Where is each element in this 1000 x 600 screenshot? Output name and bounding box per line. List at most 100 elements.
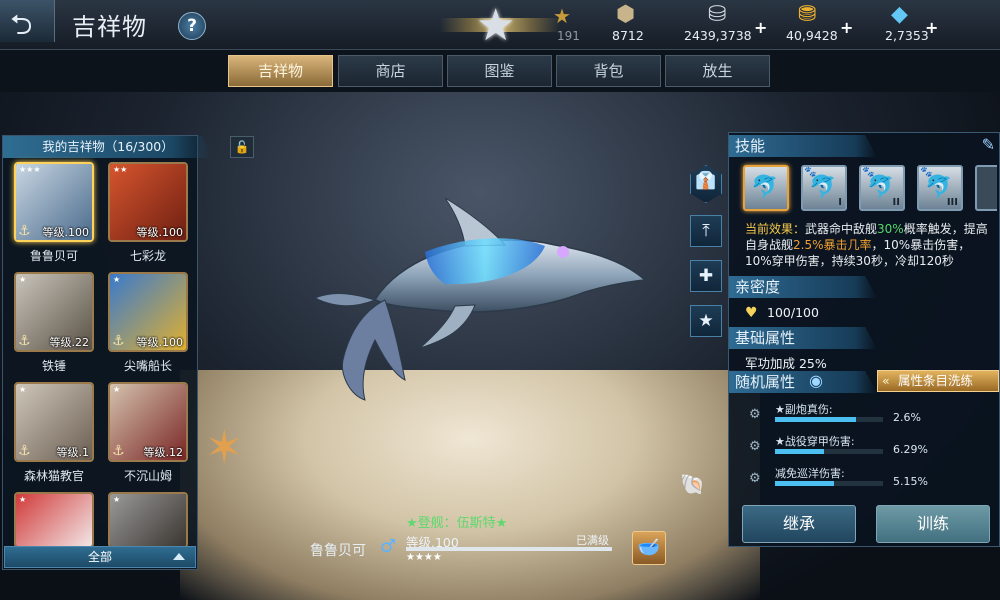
back-arrow-icon: ⮌ [10, 8, 33, 41]
effect-text-1: 武器命中敌舰 [805, 222, 878, 236]
random-attr-title: 随机属性 [729, 371, 877, 393]
max-level-label: 已满级 [576, 534, 609, 547]
skill-slot-1[interactable]: 🐾 🐬 I [801, 165, 847, 211]
attr-wash-label: 属性条目洗练 [898, 373, 974, 388]
male-icon: ♂ [380, 536, 397, 557]
card-stars: ★ [19, 275, 27, 284]
small-star-icon: ★ [553, 4, 571, 28]
dolphin-mascot-model[interactable] [315, 190, 650, 410]
train-button[interactable]: 训练 [876, 505, 990, 543]
skill-rank: I [838, 197, 842, 208]
food-bowl-icon: 🥣 [637, 537, 661, 558]
heart-icon: ♥ [745, 305, 758, 321]
card-level: 等级.22 [49, 336, 90, 349]
card-level: 等级.12 [143, 446, 184, 459]
anchor-icon: ⚓ [112, 333, 125, 349]
card-stars: ★ [19, 495, 27, 504]
card-stars: ★ [19, 385, 27, 394]
help-button[interactable]: ? [178, 12, 206, 40]
skill-effect-text: 当前效果：武器命中敌舰30%概率触发，提高自身战舰2.5%暴击几率，10%暴击伤… [745, 221, 995, 271]
mascot-card[interactable]: ★ [108, 492, 188, 548]
attr-value: 5.15% [893, 475, 928, 488]
rank-count: 191 [557, 29, 580, 43]
mascot-card[interactable]: ★★★ ⚓ 等级.100 [14, 162, 94, 242]
dolphin-skill-icon: 🐬 [867, 175, 895, 200]
filter-label: 全部 [87, 550, 112, 564]
pin-top-icon: ⤒ [702, 221, 710, 241]
skill-slot-2[interactable]: 🐾 🐬 II [859, 165, 905, 211]
attr-label: ★副炮真伤: [775, 403, 833, 416]
random-attr-row: ⚙ ★战役穿甲伤害: 6.29% [737, 433, 997, 465]
skill-slot-more[interactable] [975, 165, 997, 211]
diamond-value: 2,7353 [885, 28, 929, 43]
attr-bar [775, 481, 883, 486]
currency-medal: ⬢ 8712 [612, 0, 652, 46]
mascot-list-title: 我的吉祥物（16/300） [3, 136, 213, 158]
medal-value: 8712 [612, 28, 644, 43]
top-pin-button[interactable]: ⤒ [690, 215, 722, 247]
attr-value: 2.6% [893, 411, 921, 424]
star-icon: ★ [698, 311, 714, 331]
card-level: 等级.100 [136, 226, 184, 239]
starfish-decoration: ✶ [205, 420, 244, 474]
card-level: 等级.1 [56, 446, 90, 459]
attr-bar-fill [775, 481, 835, 486]
anchor-icon: ⚓ [18, 333, 31, 349]
mascot-card-name: 铁锤 [41, 359, 66, 373]
intimacy-title: 亲密度 [729, 276, 877, 298]
favorite-button[interactable]: ★ [690, 305, 722, 337]
mascot-card-name: 尖嘴船长 [123, 359, 172, 373]
inherit-button[interactable]: 继承 [742, 505, 856, 543]
mascot-card[interactable]: ★★ 等级.100 [108, 162, 188, 242]
mascot-card[interactable]: ★ ⚓ 等级.12 [108, 382, 188, 462]
card-stars: ★ [113, 495, 121, 504]
double-chevron-left-icon: « [882, 373, 890, 388]
silver-coin-icon: ⛁ [708, 2, 727, 27]
attr-wash-button[interactable]: « 属性条目洗练 [877, 370, 999, 392]
filter-dropdown[interactable]: 全部 [4, 546, 196, 568]
back-button[interactable]: ⮌ [0, 0, 55, 42]
mascot-card[interactable]: ★ ⚓ 等级.1 [14, 382, 94, 462]
tab-bag[interactable]: 背包 [556, 55, 661, 87]
outfit-icon: 👔 [695, 171, 717, 191]
card-stars: ★ [113, 385, 121, 394]
mascot-card[interactable]: ★ ⚓ 等级.22 [14, 272, 94, 352]
add-silver-button[interactable]: + [754, 18, 767, 37]
lock-icon[interactable]: 🔓 [230, 136, 254, 158]
card-stars: ★★ [113, 165, 128, 174]
chevron-up-icon [173, 553, 185, 560]
anchor-icon: ⚓ [18, 223, 31, 239]
tab-release[interactable]: 放生 [665, 55, 770, 87]
food-bowl-button[interactable]: 🥣 [632, 531, 666, 565]
attr-bar [775, 417, 883, 422]
tab-shop[interactable]: 商店 [338, 55, 443, 87]
gold-value: 40,9428 [786, 28, 838, 43]
skill-slot-0[interactable]: 🐬 [743, 165, 789, 211]
tab-mascot[interactable]: 吉祥物 [228, 55, 333, 87]
skills-title: 技能 [729, 135, 877, 157]
skill-rank: III [946, 197, 958, 208]
mascot-card-name: 鲁鲁贝可 [29, 249, 78, 263]
add-gold-button[interactable]: + [840, 18, 853, 37]
attr-value: 6.29% [893, 443, 928, 456]
fish-plus-icon: ✚ [698, 266, 714, 286]
shell-decoration: 🐚 [680, 472, 705, 496]
skill-slot-3[interactable]: 🐾 🐬 III [917, 165, 963, 211]
base-attr-text: 军功加成 25% [745, 356, 827, 371]
mascot-card-name: 七彩龙 [129, 249, 166, 263]
intimacy-value: 100/100 [767, 305, 819, 320]
mascot-card[interactable]: ★ [14, 492, 94, 548]
exp-bar [406, 547, 612, 551]
attr-label: 减免巡洋伤害: [775, 467, 845, 480]
feed-button[interactable]: ✚ [690, 260, 722, 292]
eye-icon[interactable]: ◉ [809, 371, 823, 390]
dolphin-skill-icon: 🐬 [809, 175, 837, 200]
dog-icon [110, 494, 186, 546]
tab-collection[interactable]: 图鉴 [447, 55, 552, 87]
edit-icon[interactable]: ✎ [982, 135, 995, 154]
gold-coin-icon: ⛃ [798, 2, 817, 27]
mascot-card[interactable]: ★ ⚓ 等级.100 [108, 272, 188, 352]
card-level: 等级.100 [136, 336, 184, 349]
add-diamond-button[interactable]: + [925, 18, 938, 37]
attr-bar-fill [775, 449, 824, 454]
